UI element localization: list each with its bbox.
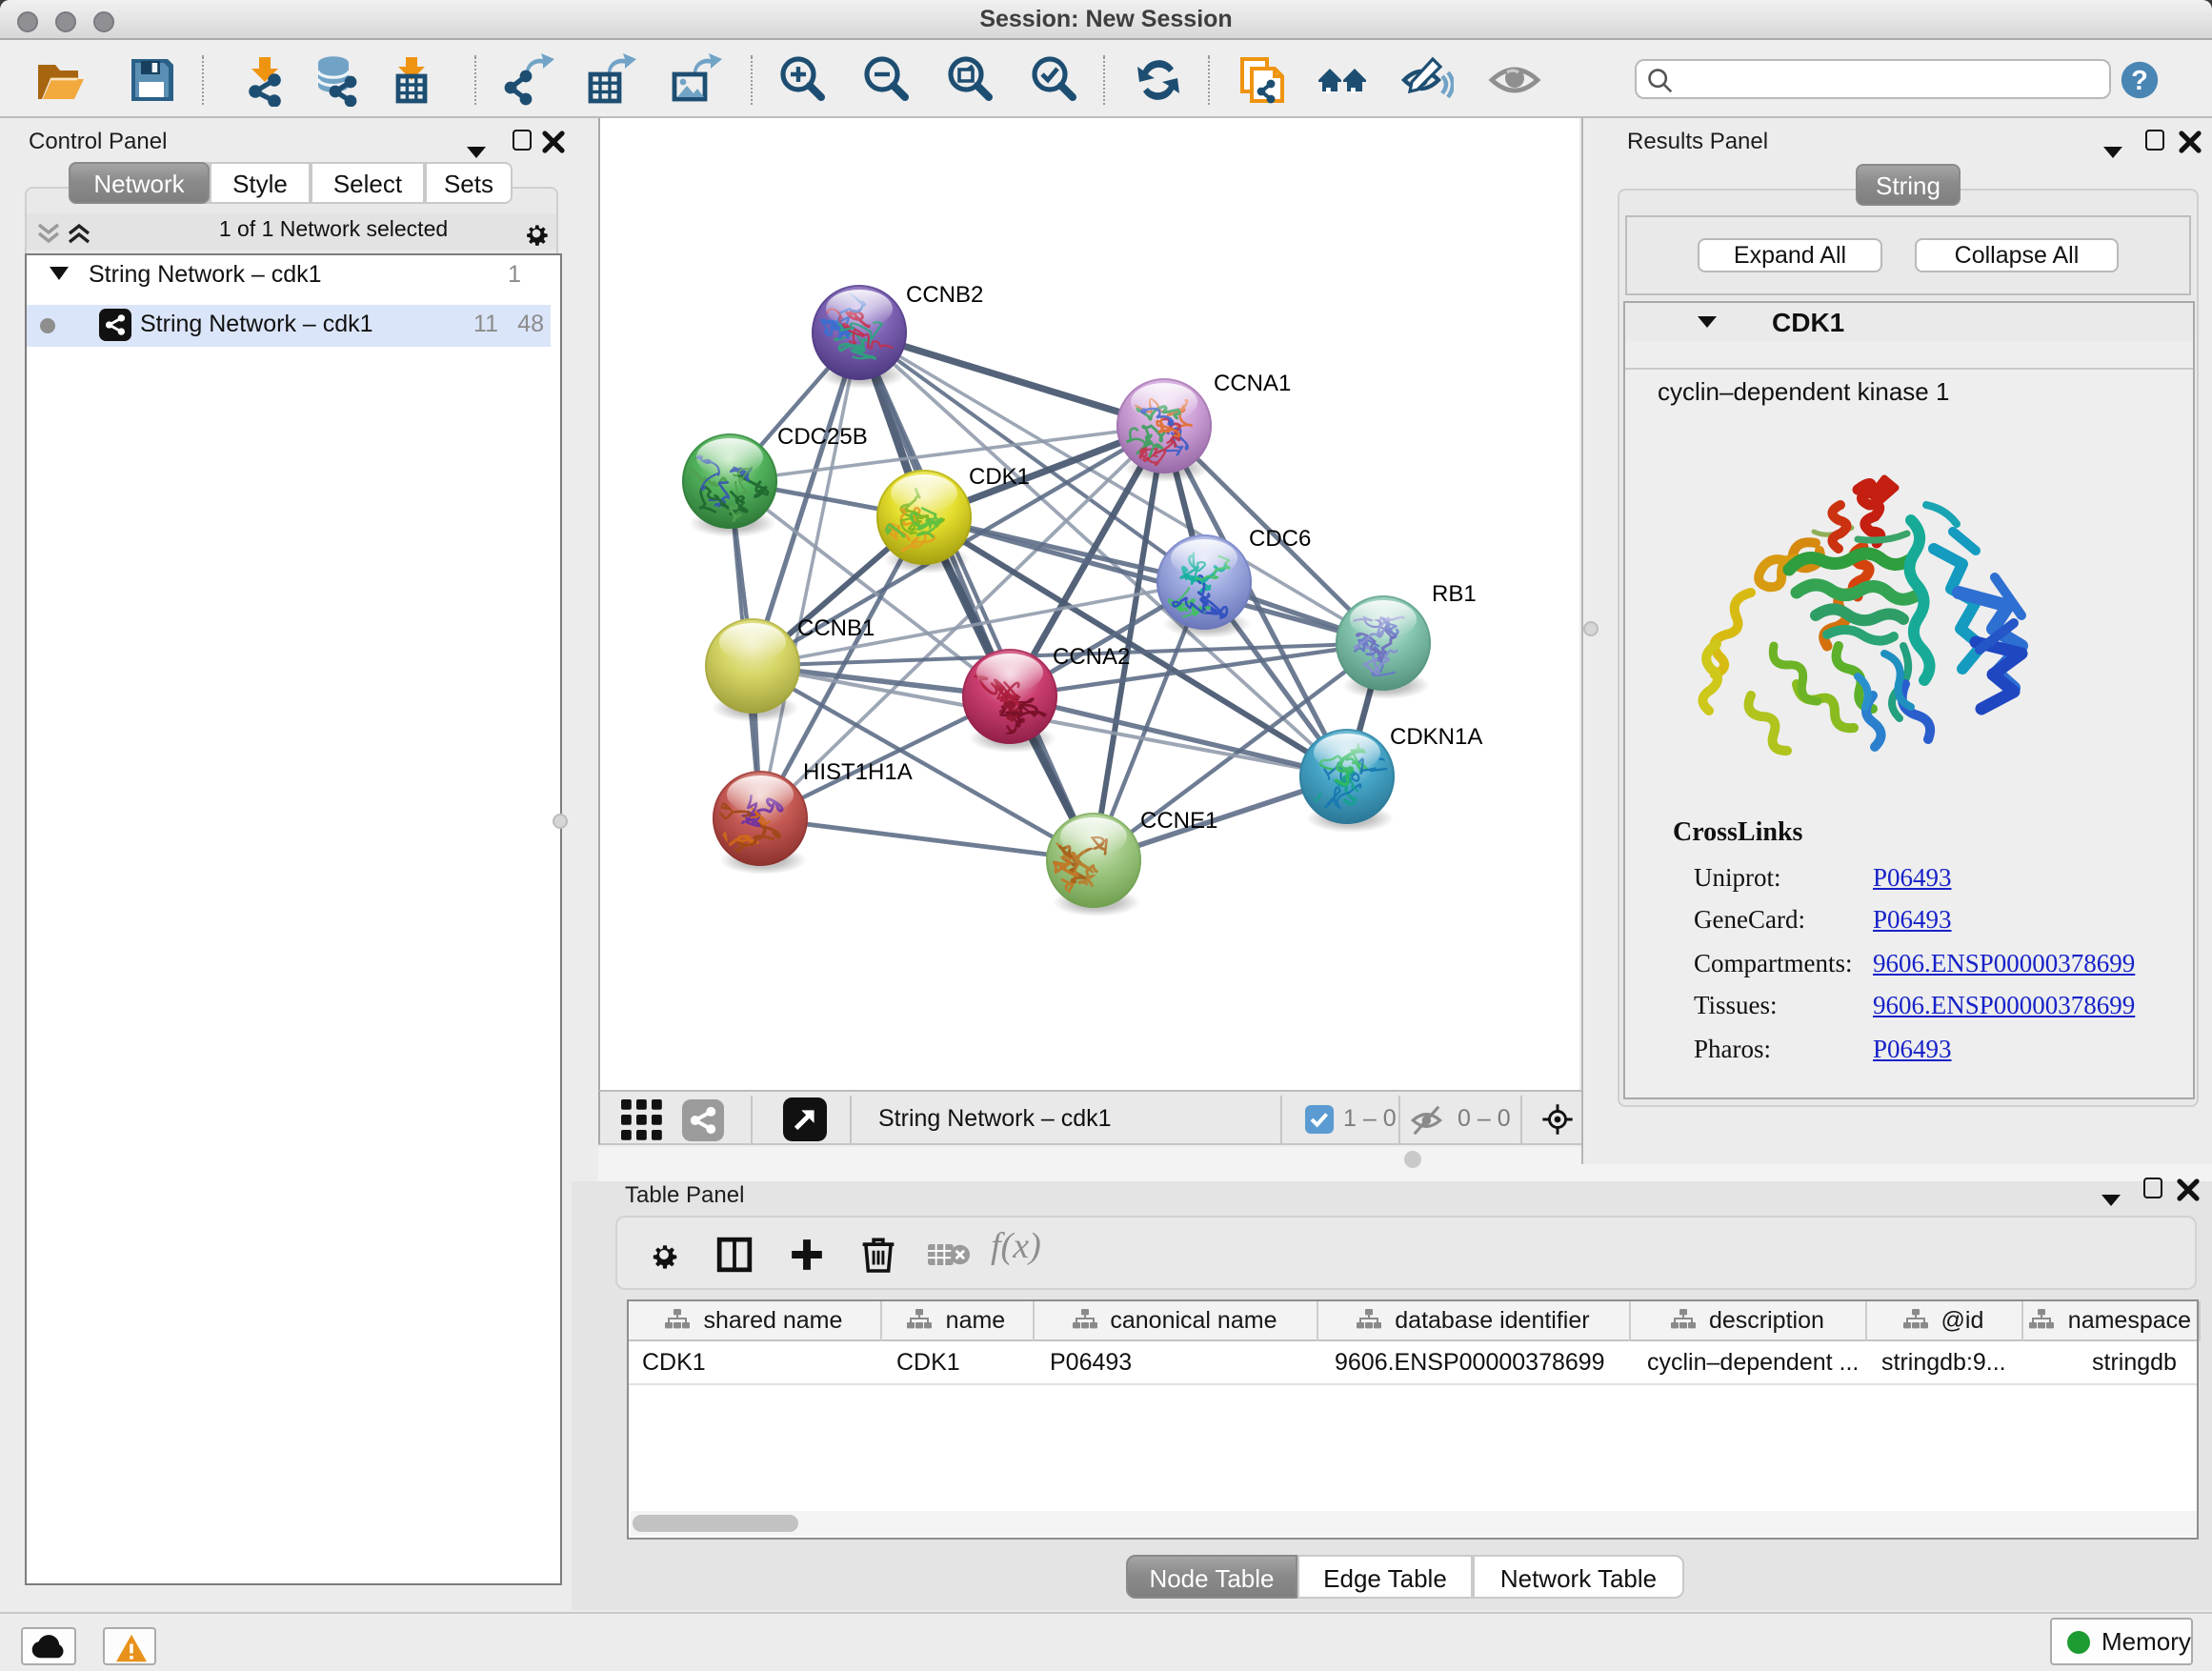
svg-text:CCNA1: CCNA1 xyxy=(1214,371,1291,396)
svg-text:CCNB1: CCNB1 xyxy=(797,615,875,641)
svg-text:CDK1: CDK1 xyxy=(969,464,1030,490)
svg-text:CCNE1: CCNE1 xyxy=(1140,808,1217,834)
svg-text:?: ? xyxy=(2131,66,2148,96)
svg-text:CDKN1A: CDKN1A xyxy=(1390,724,1482,750)
svg-text:CDC25B: CDC25B xyxy=(777,424,868,450)
svg-text:CCNA2: CCNA2 xyxy=(1053,644,1130,670)
svg-text:HIST1H1A: HIST1H1A xyxy=(803,759,913,785)
svg-text:CDC6: CDC6 xyxy=(1249,526,1311,552)
svg-text:CCNB2: CCNB2 xyxy=(906,282,983,308)
svg-text:RB1: RB1 xyxy=(1432,581,1477,607)
